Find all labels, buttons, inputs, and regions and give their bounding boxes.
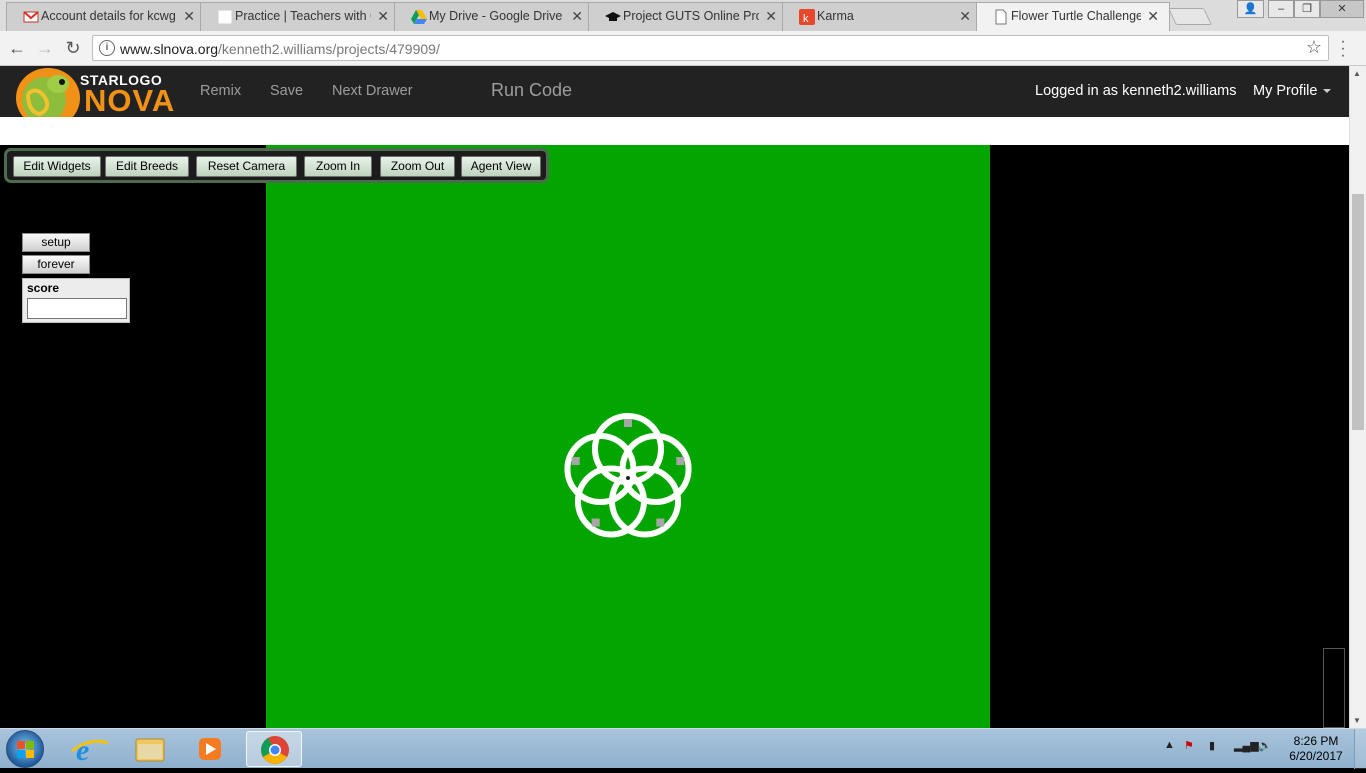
center-turtle — [626, 476, 630, 480]
world-canvas[interactable] — [266, 145, 990, 728]
url-path: /kenneth2.williams/projects/479909/ — [218, 41, 440, 57]
close-icon[interactable]: ✕ — [959, 8, 971, 25]
internet-explorer-icon[interactable]: e — [62, 731, 118, 767]
gmail-icon — [23, 11, 39, 23]
save-link[interactable]: Save — [270, 83, 303, 99]
tab-title: Flower Turtle Challenge — [1011, 9, 1141, 23]
data-box-scroll[interactable] — [1323, 648, 1345, 728]
windows-taskbar: e ▲ ⚑ ▮ ▂▄▆ 🔈 8:26 PM 6/20/2017 — [0, 728, 1366, 769]
zoom-out-button[interactable]: Zoom Out — [380, 156, 455, 177]
scrollbar-thumb[interactable] — [1352, 194, 1364, 430]
tab-title: Project GUTS Online Prof — [623, 9, 759, 23]
scroll-down-arrow-icon[interactable]: ▼ — [1353, 716, 1361, 725]
forever-button[interactable]: forever — [22, 255, 90, 274]
turtle-agent[interactable] — [591, 518, 600, 527]
blank-page-icon — [217, 9, 233, 25]
score-label: score — [27, 281, 60, 295]
next-drawer-link[interactable]: Next Drawer — [332, 83, 413, 99]
tab-karma[interactable]: k Karma ✕ — [782, 2, 982, 31]
file-explorer-icon[interactable] — [122, 731, 178, 767]
show-desktop-button[interactable] — [1354, 729, 1366, 769]
restore-button[interactable]: ❐ — [1294, 0, 1320, 18]
page-scrollbar[interactable]: ▲ ▼ — [1349, 66, 1366, 728]
my-profile-label: My Profile — [1253, 83, 1318, 99]
tab-project-guts[interactable]: Project GUTS Online Prof ✕ — [588, 2, 788, 31]
network-signal-icon[interactable]: ▂▄▆ — [1234, 739, 1259, 752]
graduation-cap-icon — [605, 12, 621, 21]
battery-icon[interactable]: ▮ — [1209, 739, 1215, 752]
close-icon[interactable]: ✕ — [377, 8, 389, 25]
my-profile-dropdown[interactable]: My Profile — [1253, 83, 1332, 99]
close-icon[interactable]: ✕ — [765, 8, 777, 25]
user-icon[interactable]: 👤 — [1237, 0, 1264, 18]
flower-drawing — [564, 413, 692, 538]
run-code-button[interactable]: Run Code — [491, 80, 572, 101]
score-widget: score — [22, 278, 130, 323]
zoom-in-button[interactable]: Zoom In — [304, 156, 372, 177]
header-spacer — [0, 117, 1349, 145]
svg-text:e: e — [76, 734, 89, 767]
new-tab-button[interactable] — [1168, 8, 1212, 25]
start-button[interactable] — [6, 730, 44, 768]
tab-practice[interactable]: Practice | Teachers with G ✕ — [200, 2, 400, 31]
edit-breeds-button[interactable]: Edit Breeds — [105, 156, 189, 177]
address-bar[interactable]: i www.slnova.org/kenneth2.williams/proje… — [92, 35, 1329, 61]
tab-title: My Drive - Google Drive — [429, 9, 563, 23]
turtle-agent[interactable] — [571, 457, 580, 466]
window-close-button[interactable]: ✕ — [1320, 0, 1364, 18]
camera-toolbar: Edit Widgets Edit Breeds Reset Camera Zo… — [4, 148, 549, 183]
turtle-agent[interactable] — [624, 419, 632, 427]
google-drive-icon — [411, 10, 427, 24]
bookmark-star-icon[interactable]: ☆ — [1306, 37, 1322, 58]
tab-title: Karma — [817, 9, 854, 23]
system-clock[interactable]: 8:26 PM 6/20/2017 — [1286, 734, 1346, 764]
url-text[interactable]: www.slnova.org/kenneth2.williams/project… — [120, 41, 440, 57]
browser-tab-strip: Account details for kcwg ✕ Practice | Te… — [0, 0, 1366, 31]
svg-text:k: k — [803, 13, 809, 25]
tab-google-drive[interactable]: My Drive - Google Drive ✕ — [394, 2, 594, 31]
agent-view-button[interactable]: Agent View — [461, 156, 541, 177]
scroll-up-arrow-icon[interactable]: ▲ — [1353, 69, 1361, 78]
media-player-icon[interactable] — [182, 731, 238, 767]
reload-icon[interactable]: ↻ — [62, 37, 84, 59]
windows-logo-icon — [17, 741, 34, 758]
close-icon[interactable]: ✕ — [183, 8, 195, 25]
close-icon[interactable]: ✕ — [1147, 8, 1159, 25]
right-panel — [990, 145, 1349, 728]
tab-gmail[interactable]: Account details for kcwg ✕ — [6, 2, 206, 31]
clock-date: 6/20/2017 — [1289, 749, 1343, 763]
url-domain: www.slnova.org — [120, 41, 219, 57]
setup-button[interactable]: setup — [22, 233, 90, 252]
chrome-menu-icon[interactable]: · · · — [1338, 34, 1348, 64]
browser-toolbar: ← → ↻ i www.slnova.org/kenneth2.williams… — [0, 31, 1366, 66]
close-icon[interactable]: ✕ — [571, 8, 583, 25]
karma-icon: k — [799, 9, 815, 25]
forward-arrow-icon[interactable]: → — [34, 37, 56, 59]
caret-down-icon — [1323, 89, 1332, 94]
page-icon — [995, 9, 1007, 25]
score-input[interactable] — [27, 298, 127, 319]
chrome-icon[interactable] — [246, 731, 302, 767]
clock-time: 8:26 PM — [1293, 734, 1339, 748]
show-hidden-icons-icon[interactable]: ▲ — [1164, 739, 1175, 751]
tab-title: Practice | Teachers with G — [235, 9, 371, 23]
spaceland-world[interactable] — [266, 145, 990, 728]
tab-flower-turtle[interactable]: Flower Turtle Challenge ✕ — [976, 2, 1170, 31]
info-icon[interactable]: i — [99, 40, 115, 56]
back-arrow-icon[interactable]: ← — [6, 37, 28, 59]
action-center-flag-icon[interactable]: ⚑ — [1184, 739, 1194, 752]
remix-link[interactable]: Remix — [200, 83, 241, 99]
logo-nova-text: NOVA — [84, 83, 176, 118]
app-header: STARLOGO NOVA Remix Save Next Drawer Run… — [0, 66, 1349, 129]
turtle-agent[interactable] — [676, 457, 685, 466]
edit-widgets-button[interactable]: Edit Widgets — [13, 156, 101, 177]
turtle-agent[interactable] — [656, 518, 665, 527]
minimize-button[interactable]: – — [1268, 0, 1294, 18]
tab-title: Account details for kcwg — [41, 9, 176, 23]
volume-icon[interactable]: 🔈 — [1258, 739, 1272, 752]
reset-camera-button[interactable]: Reset Camera — [196, 156, 297, 177]
logged-in-text: Logged in as kenneth2.williams — [1035, 83, 1237, 99]
